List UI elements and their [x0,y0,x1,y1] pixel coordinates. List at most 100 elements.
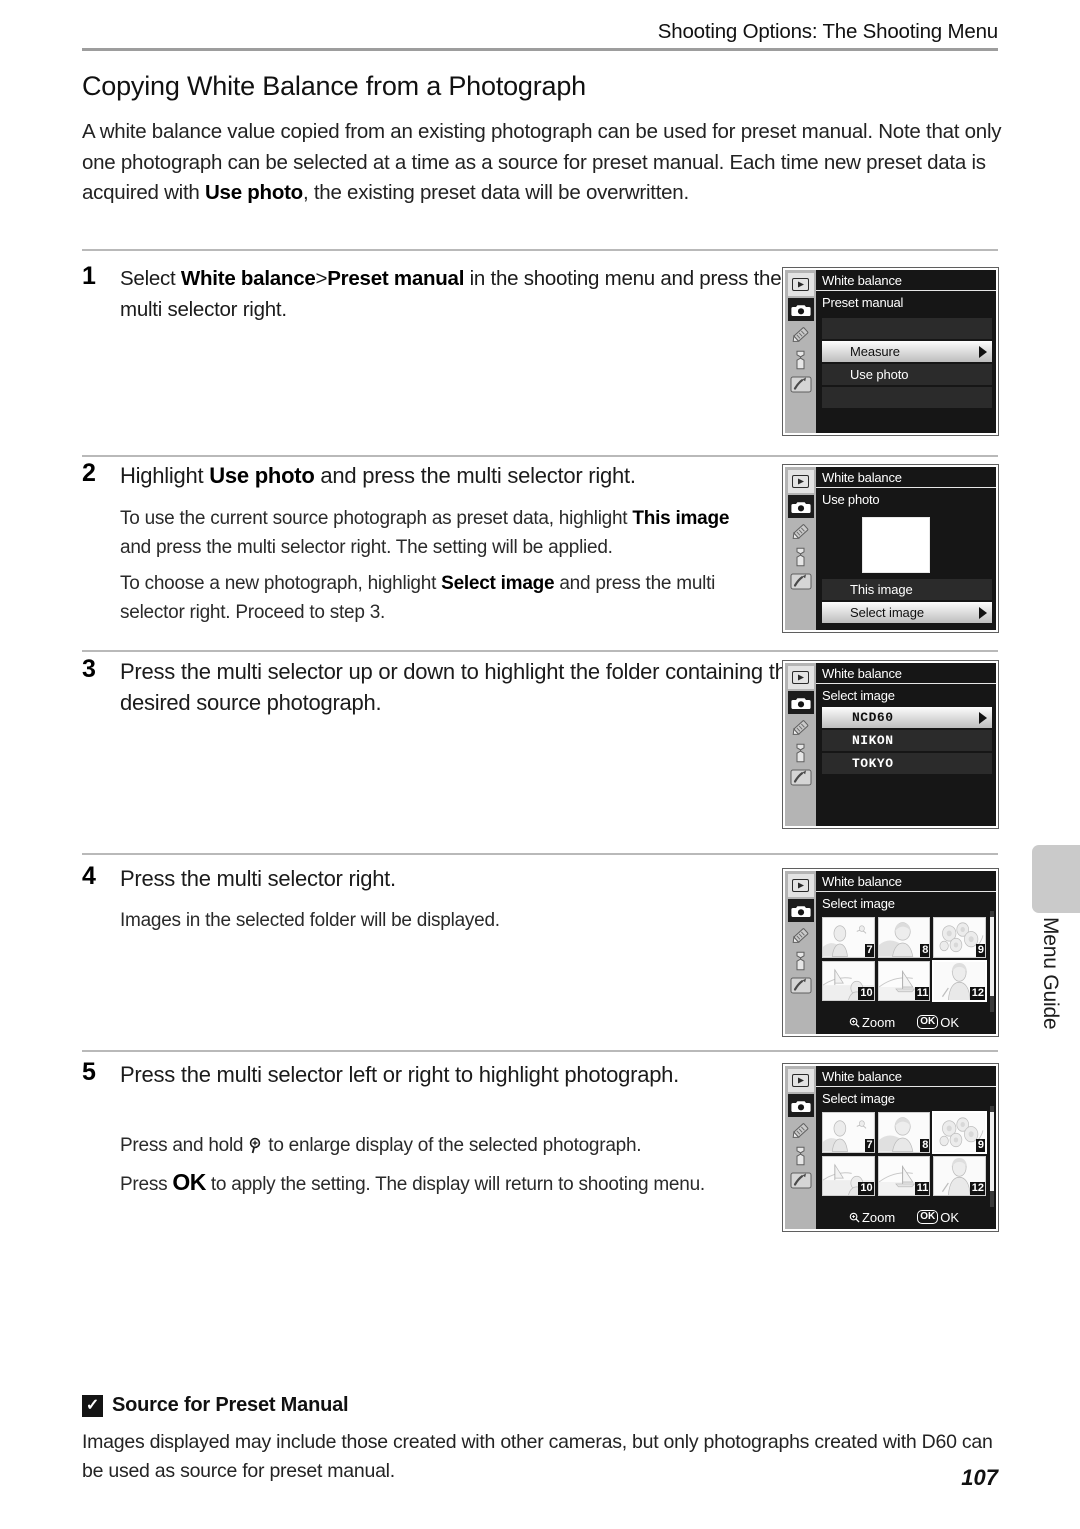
playback-icon[interactable] [787,1069,814,1092]
ok-control[interactable]: OK OK [917,1210,959,1225]
thumbnail-12[interactable]: 12 [932,959,987,1002]
retouch-icon[interactable] [788,373,814,396]
zoom-label: Zoom [861,1209,896,1225]
lcd-2-subtitle: Use photo [822,492,880,507]
wrench-icon[interactable] [788,1144,814,1167]
step-2-this-emphasis: This [632,508,671,529]
pencil-icon[interactable] [788,924,814,947]
caution-checkmark-icon: ✓ [82,1394,103,1417]
caret-right-icon [979,711,987,724]
step-2-p1-a: To use the current source photograph as … [120,508,633,529]
thumbnail-10[interactable]: 10 [822,1155,875,1196]
thumbnail-8[interactable]: 8 [877,1112,931,1153]
step-1-white-balance-emphasis: White balance [180,267,316,290]
lcd-1-row-use-photo[interactable]: Use photo [822,364,992,385]
note-title: Source for Preset Manual [112,1394,349,1416]
step-4-body: Images in the selected folder will be di… [120,906,780,935]
pencil-icon[interactable] [788,716,814,739]
lcd-3-title: White balance [816,663,996,684]
lcd-3-rows: NCD60 NIKON TOKYO [822,707,992,822]
wrench-icon[interactable] [788,545,814,568]
camera-icon[interactable] [787,899,814,922]
pencil-icon[interactable] [788,1119,814,1142]
lcd-2-rows: This image Select image [822,579,992,626]
camera-icon[interactable] [787,495,814,518]
step-5-p1-a: Press and hold [120,1135,249,1156]
thumbnail-8-number: 8 [920,943,930,957]
retouch-icon[interactable] [788,570,814,593]
thumbnail-7[interactable]: 7 [822,917,875,958]
thumbnail-11[interactable]: 11 [877,1155,931,1196]
step-1-preset-manual-emphasis: Preset manual [327,267,465,290]
playback-icon[interactable] [787,874,814,897]
step-5-p2-b: to apply the setting. The display will r… [205,1174,649,1195]
thumbnail-9[interactable]: 9 [932,1111,987,1154]
scrollbar[interactable] [990,1106,994,1207]
side-tab-block [1032,845,1080,913]
thumbnail-7[interactable]: 7 [822,1112,875,1153]
retouch-icon[interactable] [788,974,814,997]
ok-control[interactable]: OK OK [917,1015,959,1030]
step-5-head-b: photograph. [564,1062,680,1087]
step-2-head-c: and press the multi selector right. [314,463,636,488]
step-4-head-a: Press the multi selector right. [120,866,396,891]
lcd-1-subtitle: Preset manual [822,295,904,310]
thumbnail-10[interactable]: 10 [822,960,875,1001]
zoom-control[interactable]: Zoom [849,1210,895,1225]
lcd-2-row-this-image[interactable]: This image [822,579,992,600]
step-5-body-p2: Press OK to apply the setting. The displ… [120,1168,790,1199]
retouch-icon[interactable] [788,766,814,789]
wrench-icon[interactable] [788,741,814,764]
lcd-2-select-image-label: Select image [850,605,924,620]
lcd-screen-thumbnails-12: White balance Select image 7 8 9 10 11 1… [783,869,998,1036]
pencil-icon[interactable] [788,520,814,543]
lcd-screen-select-folder: White balance Select image NCD60 NIKON T… [783,661,998,828]
intro-paragraph: A white balance value copied from an exi… [82,117,1002,209]
playback-icon[interactable] [787,666,814,689]
camera-icon[interactable] [787,691,814,714]
zoom-label: Zoom [861,1014,896,1030]
ok-button-badge: OK [917,1210,939,1224]
step-1-number: 1 [82,262,96,290]
lcd-2-title: White balance [816,467,996,488]
step-1-heading: Select White balance>Preset manual in th… [120,263,820,325]
lcd-1-rows: Measure Use photo [822,318,992,429]
lcd-screen-preset-manual: White balance Preset manual Measure Use … [783,268,998,435]
retouch-icon[interactable] [788,1169,814,1192]
pencil-icon[interactable] [788,323,814,346]
lcd-body-3: White balance Select image NCD60 NIKON T… [816,663,996,826]
lcd-3-subtitle: Select image [822,688,895,703]
lcd-1-measure-label: Measure [850,344,900,359]
camera-icon[interactable] [787,1094,814,1117]
lcd-3-row-folder-tokyo[interactable]: TOKYO [822,753,992,774]
lcd-1-row-measure[interactable]: Measure [822,341,992,362]
caret-right-icon [979,606,987,619]
step-2-image-emphasis: image [675,508,730,529]
thumbnail-11[interactable]: 11 [877,960,931,1001]
lcd-body-1: White balance Preset manual Measure Use … [816,270,996,433]
camera-icon[interactable] [787,298,814,321]
lcd-2-row-select-image[interactable]: Select image [822,602,992,623]
ok-button-glyph: OK [172,1169,206,1195]
thumbnail-8[interactable]: 8 [877,917,931,958]
playback-icon[interactable] [787,470,814,493]
lcd-body-2: White balance Use photo This image Selec… [816,467,996,630]
zoom-control[interactable]: Zoom [849,1015,895,1030]
step-2-body-p1: To use the current source photograph as … [120,504,765,562]
step-5-number: 5 [82,1058,96,1086]
step-3-head-a: Press the multi selector up or down to h… [120,659,600,684]
wrench-icon[interactable] [788,348,814,371]
lcd-3-folder-ncd60-label: NCD60 [852,710,894,725]
wrench-icon[interactable] [788,949,814,972]
thumbnail-12[interactable]: 12 [933,1155,986,1196]
lcd-3-row-folder-ncd60[interactable]: NCD60 [822,707,992,728]
lcd-5-subtitle: Select image [822,1091,895,1106]
lcd-3-row-folder-nikon[interactable]: NIKON [822,730,992,751]
thumbnail-9[interactable]: 9 [933,917,986,958]
running-header: Shooting Options: The Shooting Menu [657,20,998,43]
step-1-arrow: > [315,267,328,290]
scrollbar[interactable] [990,911,994,1012]
playback-icon[interactable] [787,273,814,296]
lcd-body-4: White balance Select image 7 8 9 10 11 1… [816,871,996,1034]
lcd-rail-1 [785,270,816,433]
